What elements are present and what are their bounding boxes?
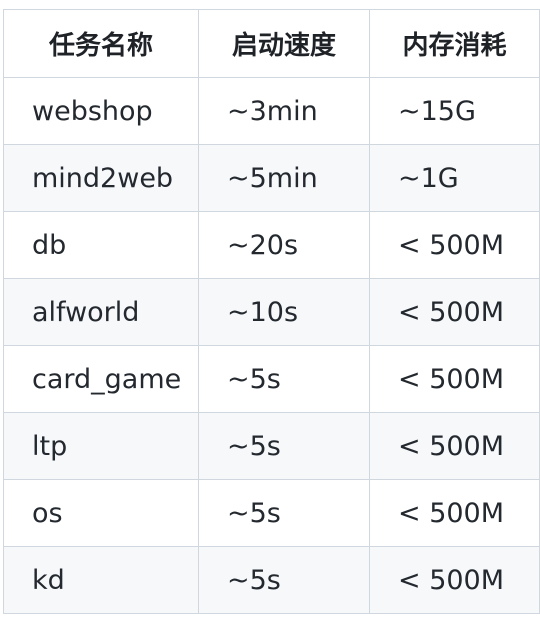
header-row: 任务名称 启动速度 内存消耗 <box>3 9 540 78</box>
table-row: alfworld ~10s < 500M <box>3 278 540 346</box>
table-row: webshop ~3min ~15G <box>3 77 540 145</box>
table-row: ltp ~5s < 500M <box>3 412 540 480</box>
cell-task-name: mind2web <box>3 144 199 212</box>
table-row: kd ~5s < 500M <box>3 546 540 614</box>
cell-memory-usage: < 500M <box>369 546 540 614</box>
cell-startup-speed: ~5s <box>198 479 370 547</box>
cell-startup-speed: ~10s <box>198 278 370 346</box>
table-header: 任务名称 启动速度 内存消耗 <box>3 9 540 78</box>
cell-memory-usage: ~1G <box>369 144 540 212</box>
cell-memory-usage: < 500M <box>369 211 540 279</box>
table-row: mind2web ~5min ~1G <box>3 144 540 212</box>
cell-startup-speed: ~5s <box>198 412 370 480</box>
cell-startup-speed: ~5s <box>198 345 370 413</box>
table-row: os ~5s < 500M <box>3 479 540 547</box>
cell-startup-speed: ~5min <box>198 144 370 212</box>
cell-task-name: ltp <box>3 412 199 480</box>
cell-memory-usage: < 500M <box>369 412 540 480</box>
task-resource-table: 任务名称 启动速度 内存消耗 webshop ~3min ~15G mind2w… <box>3 9 540 614</box>
task-table-container: 任务名称 启动速度 内存消耗 webshop ~3min ~15G mind2w… <box>3 9 540 614</box>
header-memory-usage: 内存消耗 <box>369 9 540 78</box>
table-row: card_game ~5s < 500M <box>3 345 540 413</box>
header-startup-speed: 启动速度 <box>198 9 370 78</box>
cell-task-name: kd <box>3 546 199 614</box>
cell-memory-usage: < 500M <box>369 345 540 413</box>
cell-task-name: os <box>3 479 199 547</box>
cell-memory-usage: < 500M <box>369 278 540 346</box>
cell-startup-speed: ~20s <box>198 211 370 279</box>
cell-startup-speed: ~3min <box>198 77 370 145</box>
cell-task-name: alfworld <box>3 278 199 346</box>
table-row: db ~20s < 500M <box>3 211 540 279</box>
header-task-name: 任务名称 <box>3 9 199 78</box>
cell-task-name: webshop <box>3 77 199 145</box>
cell-memory-usage: ~15G <box>369 77 540 145</box>
cell-task-name: card_game <box>3 345 199 413</box>
cell-memory-usage: < 500M <box>369 479 540 547</box>
table-body: webshop ~3min ~15G mind2web ~5min ~1G db… <box>3 77 540 614</box>
cell-startup-speed: ~5s <box>198 546 370 614</box>
cell-task-name: db <box>3 211 199 279</box>
